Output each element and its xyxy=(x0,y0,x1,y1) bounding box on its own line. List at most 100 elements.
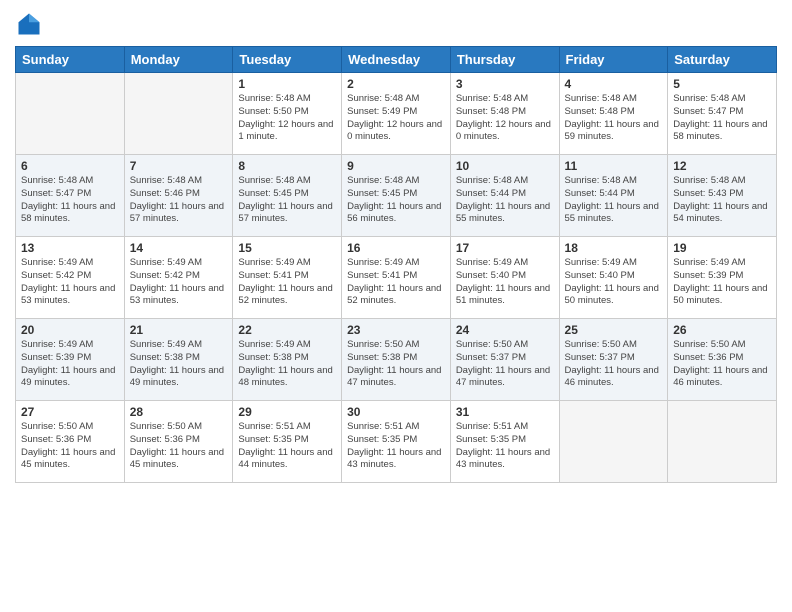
weekday-header-friday: Friday xyxy=(559,47,668,73)
calendar-cell: 17 Sunrise: 5:49 AMSunset: 5:40 PMDayligh… xyxy=(450,237,559,319)
calendar-cell: 23Sunrise: 5:50 AMSunset: 5:38 PMDayligh… xyxy=(342,319,451,401)
day-number: 9 xyxy=(347,159,445,173)
calendar-cell xyxy=(16,73,125,155)
day-number: 22 xyxy=(238,323,336,337)
day-info: Sunrise: 5:50 AMSunset: 5:36 PMDaylight:… xyxy=(21,421,119,472)
calendar-cell: 20Sunrise: 5:49 AMSunset: 5:39 PMDayligh… xyxy=(16,319,125,401)
day-number: 31 xyxy=(456,405,554,419)
week-row-3: 13Sunrise: 5:49 AMSunset: 5:42 PMDayligh… xyxy=(16,237,777,319)
day-info: Sunrise: 5:49 AMSunset: 5:38 PMDaylight:… xyxy=(130,339,228,390)
day-info: Sunrise: 5:49 AMSunset: 5:41 PMDaylight:… xyxy=(238,257,336,308)
calendar-cell: 29 Sunrise: 5:51 AMSunset: 5:35 PMDayligh… xyxy=(233,401,342,483)
calendar-cell: 16 Sunrise: 5:49 AMSunset: 5:41 PMDayligh… xyxy=(342,237,451,319)
calendar-cell: 5 Sunrise: 5:48 AMSunset: 5:47 PMDaylight… xyxy=(668,73,777,155)
day-number: 5 xyxy=(673,77,771,91)
weekday-header-saturday: Saturday xyxy=(668,47,777,73)
day-number: 16 xyxy=(347,241,445,255)
day-info: Sunrise: 5:48 AMSunset: 5:47 PMDaylight:… xyxy=(21,175,119,226)
day-info: Sunrise: 5:50 AMSunset: 5:36 PMDaylight:… xyxy=(130,421,228,472)
day-info: Sunrise: 5:48 AMSunset: 5:43 PMDaylight:… xyxy=(673,175,771,226)
week-row-5: 27 Sunrise: 5:50 AMSunset: 5:36 PMDayligh… xyxy=(16,401,777,483)
day-number: 18 xyxy=(565,241,663,255)
calendar-cell: 12 Sunrise: 5:48 AMSunset: 5:43 PMDayligh… xyxy=(668,155,777,237)
day-number: 2 xyxy=(347,77,445,91)
calendar-cell: 9 Sunrise: 5:48 AMSunset: 5:45 PMDaylight… xyxy=(342,155,451,237)
calendar-table: SundayMondayTuesdayWednesdayThursdayFrid… xyxy=(15,46,777,483)
calendar-cell: 8Sunrise: 5:48 AMSunset: 5:45 PMDaylight… xyxy=(233,155,342,237)
day-number: 11 xyxy=(565,159,663,173)
calendar-cell: 30 Sunrise: 5:51 AMSunset: 5:35 PMDayligh… xyxy=(342,401,451,483)
calendar-cell: 15Sunrise: 5:49 AMSunset: 5:41 PMDayligh… xyxy=(233,237,342,319)
calendar-cell: 24 Sunrise: 5:50 AMSunset: 5:37 PMDayligh… xyxy=(450,319,559,401)
day-number: 27 xyxy=(21,405,119,419)
calendar-cell: 28 Sunrise: 5:50 AMSunset: 5:36 PMDayligh… xyxy=(124,401,233,483)
calendar-cell: 6 Sunrise: 5:48 AMSunset: 5:47 PMDaylight… xyxy=(16,155,125,237)
day-info: Sunrise: 5:48 AMSunset: 5:45 PMDaylight:… xyxy=(347,175,445,226)
logo-icon xyxy=(15,10,43,38)
day-number: 17 xyxy=(456,241,554,255)
calendar-cell: 1Sunrise: 5:48 AMSunset: 5:50 PMDaylight… xyxy=(233,73,342,155)
calendar-cell: 18 Sunrise: 5:49 AMSunset: 5:40 PMDayligh… xyxy=(559,237,668,319)
day-info: Sunrise: 5:49 AMSunset: 5:41 PMDaylight:… xyxy=(347,257,445,308)
weekday-header-tuesday: Tuesday xyxy=(233,47,342,73)
calendar-cell: 3Sunrise: 5:48 AMSunset: 5:48 PMDaylight… xyxy=(450,73,559,155)
day-number: 6 xyxy=(21,159,119,173)
week-row-2: 6 Sunrise: 5:48 AMSunset: 5:47 PMDaylight… xyxy=(16,155,777,237)
day-number: 7 xyxy=(130,159,228,173)
day-number: 28 xyxy=(130,405,228,419)
day-info: Sunrise: 5:48 AMSunset: 5:47 PMDaylight:… xyxy=(673,93,771,144)
day-number: 20 xyxy=(21,323,119,337)
day-info: Sunrise: 5:49 AMSunset: 5:38 PMDaylight:… xyxy=(238,339,336,390)
day-number: 19 xyxy=(673,241,771,255)
weekday-header-thursday: Thursday xyxy=(450,47,559,73)
calendar-cell xyxy=(124,73,233,155)
weekday-header-wednesday: Wednesday xyxy=(342,47,451,73)
calendar-cell xyxy=(559,401,668,483)
day-info: Sunrise: 5:50 AMSunset: 5:37 PMDaylight:… xyxy=(565,339,663,390)
day-number: 1 xyxy=(238,77,336,91)
day-number: 29 xyxy=(238,405,336,419)
day-info: Sunrise: 5:49 AMSunset: 5:40 PMDaylight:… xyxy=(456,257,554,308)
calendar-cell: 31 Sunrise: 5:51 AMSunset: 5:35 PMDayligh… xyxy=(450,401,559,483)
day-info: Sunrise: 5:48 AMSunset: 5:45 PMDaylight:… xyxy=(238,175,336,226)
week-row-4: 20Sunrise: 5:49 AMSunset: 5:39 PMDayligh… xyxy=(16,319,777,401)
day-number: 25 xyxy=(565,323,663,337)
day-number: 14 xyxy=(130,241,228,255)
day-info: Sunrise: 5:51 AMSunset: 5:35 PMDaylight:… xyxy=(347,421,445,472)
calendar-cell xyxy=(668,401,777,483)
logo xyxy=(15,10,47,38)
calendar-cell: 7 Sunrise: 5:48 AMSunset: 5:46 PMDaylight… xyxy=(124,155,233,237)
calendar-cell: 4 Sunrise: 5:48 AMSunset: 5:48 PMDaylight… xyxy=(559,73,668,155)
week-row-1: 1Sunrise: 5:48 AMSunset: 5:50 PMDaylight… xyxy=(16,73,777,155)
calendar-cell: 21 Sunrise: 5:49 AMSunset: 5:38 PMDayligh… xyxy=(124,319,233,401)
day-info: Sunrise: 5:48 AMSunset: 5:48 PMDaylight:… xyxy=(565,93,663,144)
day-info: Sunrise: 5:49 AMSunset: 5:40 PMDaylight:… xyxy=(565,257,663,308)
calendar-cell: 19Sunrise: 5:49 AMSunset: 5:39 PMDayligh… xyxy=(668,237,777,319)
calendar-cell: 14 Sunrise: 5:49 AMSunset: 5:42 PMDayligh… xyxy=(124,237,233,319)
day-info: Sunrise: 5:49 AMSunset: 5:42 PMDaylight:… xyxy=(130,257,228,308)
day-info: Sunrise: 5:48 AMSunset: 5:49 PMDaylight:… xyxy=(347,93,445,144)
day-info: Sunrise: 5:48 AMSunset: 5:44 PMDaylight:… xyxy=(456,175,554,226)
page: SundayMondayTuesdayWednesdayThursdayFrid… xyxy=(0,0,792,612)
day-info: Sunrise: 5:48 AMSunset: 5:44 PMDaylight:… xyxy=(565,175,663,226)
day-number: 26 xyxy=(673,323,771,337)
calendar-cell: 2 Sunrise: 5:48 AMSunset: 5:49 PMDaylight… xyxy=(342,73,451,155)
day-info: Sunrise: 5:51 AMSunset: 5:35 PMDaylight:… xyxy=(456,421,554,472)
calendar-cell: 26 Sunrise: 5:50 AMSunset: 5:36 PMDayligh… xyxy=(668,319,777,401)
calendar-cell: 22 Sunrise: 5:49 AMSunset: 5:38 PMDayligh… xyxy=(233,319,342,401)
day-info: Sunrise: 5:51 AMSunset: 5:35 PMDaylight:… xyxy=(238,421,336,472)
day-info: Sunrise: 5:48 AMSunset: 5:46 PMDaylight:… xyxy=(130,175,228,226)
day-number: 4 xyxy=(565,77,663,91)
day-number: 24 xyxy=(456,323,554,337)
day-info: Sunrise: 5:50 AMSunset: 5:36 PMDaylight:… xyxy=(673,339,771,390)
calendar-cell: 11 Sunrise: 5:48 AMSunset: 5:44 PMDayligh… xyxy=(559,155,668,237)
day-info: Sunrise: 5:50 AMSunset: 5:37 PMDaylight:… xyxy=(456,339,554,390)
day-number: 30 xyxy=(347,405,445,419)
day-number: 3 xyxy=(456,77,554,91)
calendar-cell: 27 Sunrise: 5:50 AMSunset: 5:36 PMDayligh… xyxy=(16,401,125,483)
day-number: 10 xyxy=(456,159,554,173)
calendar-cell: 13Sunrise: 5:49 AMSunset: 5:42 PMDayligh… xyxy=(16,237,125,319)
day-number: 12 xyxy=(673,159,771,173)
header xyxy=(15,10,777,38)
day-number: 21 xyxy=(130,323,228,337)
